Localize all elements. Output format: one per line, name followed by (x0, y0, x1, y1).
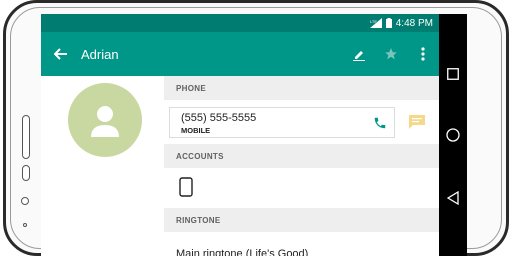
recents-square-icon[interactable] (439, 60, 467, 88)
status-time: 4:48 PM (395, 17, 433, 29)
phone-type-label: MOBILE (181, 126, 211, 135)
contact-name-title: Adrian (81, 46, 119, 62)
nav-bar (439, 14, 467, 256)
avatar[interactable] (68, 83, 142, 157)
right-bezel (473, 3, 506, 253)
edit-icon[interactable] (343, 32, 375, 76)
phone-entry[interactable]: (555) 555-5555 MOBILE (169, 107, 395, 138)
details-pane: PHONE (555) 555-5555 MOBILE ACCOUNTS RIN… (164, 76, 439, 256)
status-bar: LTE 4:48 PM (41, 14, 439, 32)
phone-section-header: PHONE (164, 76, 439, 100)
contact-photo-pane (41, 76, 164, 256)
arrow-left-icon[interactable] (45, 32, 77, 76)
back-triangle-icon[interactable] (439, 184, 467, 212)
ringtone-section-header: RINGTONE (164, 208, 439, 232)
speaker-slot (22, 115, 30, 159)
star-icon[interactable] (375, 32, 407, 76)
battery-icon (385, 18, 392, 28)
more-vert-icon[interactable] (407, 32, 439, 76)
sensor-dot (21, 197, 29, 205)
accounts-section-header: ACCOUNTS (164, 144, 439, 168)
phone-number: (555) 555-5555 (181, 112, 257, 124)
smartphone-icon[interactable] (179, 177, 193, 197)
app-bar: Adrian (41, 32, 439, 76)
screen: LTE 4:48 PM Adrian PHONE (555) 555-5555 … (41, 14, 439, 256)
sensor-dot-small (23, 223, 27, 227)
home-circle-icon[interactable] (439, 121, 467, 149)
svg-text:LTE: LTE (370, 19, 377, 24)
lte-signal-icon: LTE (369, 18, 382, 28)
message-icon[interactable] (408, 114, 426, 130)
phone-icon[interactable] (373, 116, 387, 130)
side-button[interactable] (22, 165, 30, 181)
person-silhouette-icon (91, 106, 119, 137)
ringtone-value[interactable]: Main ringtone (Life's Good) (176, 248, 308, 256)
